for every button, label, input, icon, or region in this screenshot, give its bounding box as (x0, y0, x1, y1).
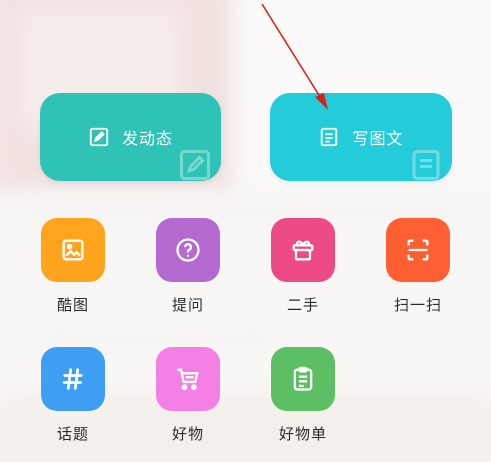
scan-item[interactable]: 扫一扫 (378, 218, 458, 315)
question-icon (176, 238, 200, 262)
clipboard-icon (293, 366, 313, 391)
topic-tile[interactable] (41, 347, 105, 411)
document-watermark-icon (412, 150, 440, 180)
goods-list-tile[interactable] (271, 347, 335, 411)
second-hand-tile[interactable] (271, 218, 335, 282)
goods-list-label: 好物单 (278, 425, 327, 443)
hashtag-icon (62, 368, 83, 390)
question-item[interactable]: 提问 (148, 218, 228, 315)
cart-icon (177, 368, 199, 391)
second-hand-item[interactable]: 二手 (263, 218, 343, 315)
question-tile[interactable] (156, 218, 220, 282)
goods-tile[interactable] (156, 347, 220, 411)
cool-image-item[interactable]: 酷图 (33, 218, 113, 315)
topic-item[interactable]: 话题 (33, 347, 113, 444)
image-icon (62, 239, 84, 261)
write-article-label: 写图文 (352, 129, 404, 148)
scan-icon (407, 239, 429, 261)
scan-label: 扫一扫 (393, 296, 442, 314)
post-update-button[interactable]: 发动态 (40, 93, 221, 181)
second-hand-label: 二手 (286, 296, 319, 314)
topic-label: 话题 (56, 425, 89, 443)
goods-item[interactable]: 好物 (148, 347, 228, 444)
cool-image-label: 酷图 (56, 296, 89, 314)
scan-tile[interactable] (386, 218, 450, 282)
edit-icon (89, 127, 109, 147)
question-label: 提问 (171, 296, 204, 314)
edit-watermark-icon (180, 150, 210, 180)
goods-label: 好物 (171, 425, 204, 443)
post-update-label: 发动态 (121, 129, 173, 148)
goods-list-item[interactable]: 好物单 (263, 347, 343, 444)
gift-box-icon (292, 240, 314, 261)
document-icon (321, 127, 338, 147)
write-article-button[interactable]: 写图文 (270, 93, 452, 181)
cool-image-tile[interactable] (41, 218, 105, 282)
